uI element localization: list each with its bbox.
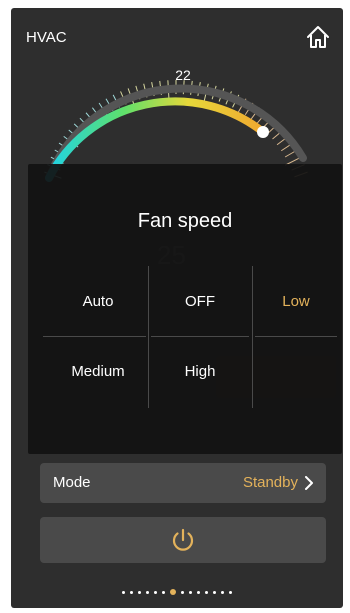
page-dot-active[interactable]: [170, 589, 176, 595]
fan-speed-dialog: Fan speed Auto OFF Low Medium High: [28, 164, 342, 454]
power-icon: [172, 528, 194, 551]
dial-setpoint-label: 22: [175, 67, 191, 83]
chevron-right-icon: [305, 476, 313, 490]
fan-option-medium[interactable]: Medium: [48, 336, 148, 406]
divider: [148, 266, 149, 408]
mode-value: Standby: [242, 474, 298, 491]
dialog-title: Fan speed: [137, 210, 233, 232]
page-dot[interactable]: [146, 590, 149, 594]
hvac-device-screen: HVAC 22 25 Fan speed Auto: [11, 8, 343, 608]
mode-label: Mode: [53, 474, 91, 491]
page-dot[interactable]: [130, 590, 133, 594]
fan-option-off[interactable]: OFF: [150, 266, 250, 336]
dial-handle[interactable]: [257, 126, 269, 138]
page-dot[interactable]: [181, 590, 184, 594]
page-dot[interactable]: [205, 590, 208, 594]
page-dot[interactable]: [162, 590, 165, 594]
page-dot[interactable]: [189, 590, 192, 594]
page-dot[interactable]: [221, 590, 224, 594]
mode-row[interactable]: Mode Standby: [40, 463, 326, 503]
fan-option-high[interactable]: High: [150, 336, 250, 406]
page-dot[interactable]: [213, 590, 216, 594]
page-dot[interactable]: [197, 590, 200, 594]
divider: [255, 336, 337, 337]
page-dot[interactable]: [122, 590, 125, 594]
page-indicator[interactable]: [11, 589, 343, 595]
page-dot[interactable]: [138, 590, 141, 594]
fan-option-auto[interactable]: Auto: [48, 266, 148, 336]
power-button[interactable]: [40, 517, 326, 563]
page-dot[interactable]: [154, 590, 157, 594]
page-dot[interactable]: [229, 590, 232, 594]
fan-speed-options: Auto OFF Low Medium High: [43, 266, 337, 408]
fan-option-low[interactable]: Low: [246, 266, 343, 336]
